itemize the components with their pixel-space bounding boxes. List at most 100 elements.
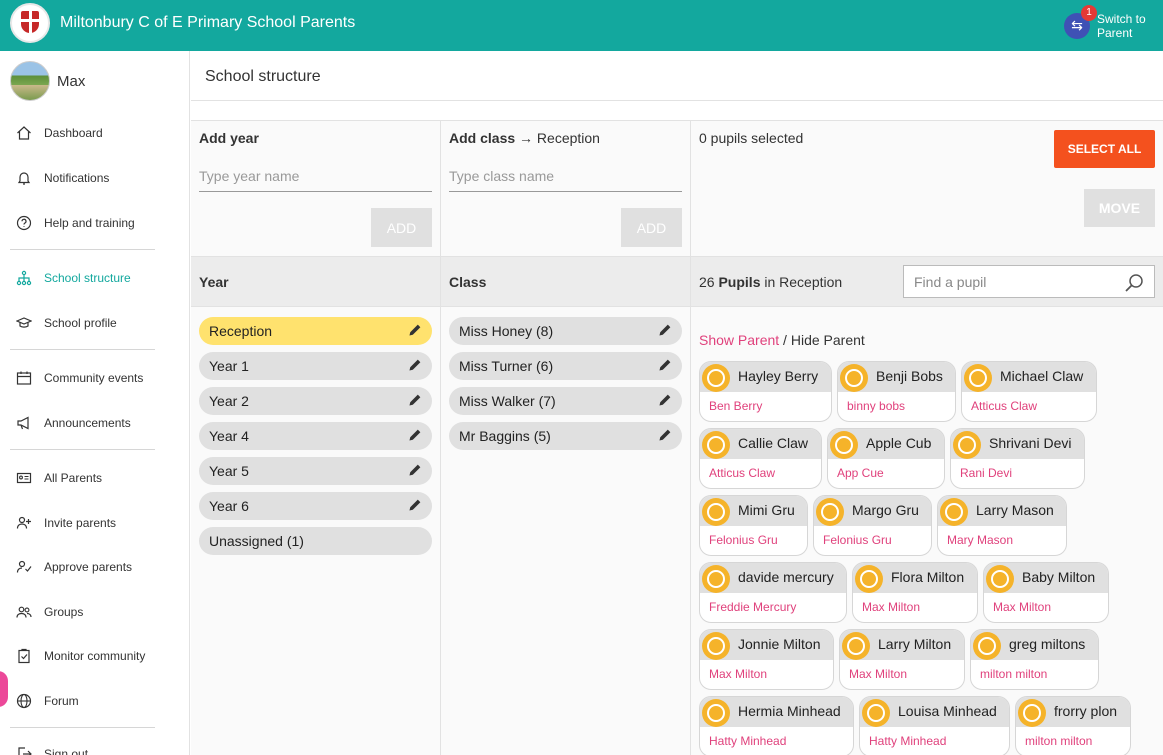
- pupil-card[interactable]: Benji Bobs binny bobs: [837, 361, 956, 422]
- pupil-parent-link[interactable]: Ben Berry: [709, 399, 762, 413]
- edit-pencil-icon[interactable]: [658, 323, 672, 337]
- pupil-name: Flora Milton: [891, 569, 965, 585]
- sidebar-item-dashboard[interactable]: Dashboard: [10, 118, 155, 148]
- pupil-parent-link[interactable]: milton milton: [1025, 734, 1092, 748]
- year-item[interactable]: Year 6: [199, 492, 432, 520]
- pupil-parent-link[interactable]: App Cue: [837, 466, 884, 480]
- pupil-count: 26: [699, 274, 715, 290]
- pupil-name: Hermia Minhead: [738, 703, 841, 719]
- pupil-parent-link[interactable]: Atticus Claw: [709, 466, 775, 480]
- pupil-parent-link[interactable]: Hatty Minhead: [869, 734, 946, 748]
- sidebar-item-notifications[interactable]: Notifications: [10, 163, 155, 193]
- sidebar-item-community-events[interactable]: Community events: [10, 363, 155, 393]
- edit-pencil-icon[interactable]: [408, 323, 422, 337]
- pupil-parent-link[interactable]: Mary Mason: [947, 533, 1013, 547]
- class-item[interactable]: Miss Honey (8): [449, 317, 682, 345]
- pupil-card[interactable]: Mimi Gru Felonius Gru: [699, 495, 808, 556]
- pupil-card[interactable]: Flora Milton Max Milton: [852, 562, 978, 623]
- sidebar-item-sign-out[interactable]: Sign out: [10, 739, 155, 755]
- pupil-parent-link[interactable]: Max Milton: [709, 667, 767, 681]
- pupil-name: Larry Milton: [878, 636, 952, 652]
- pupil-parent-link[interactable]: Atticus Claw: [971, 399, 1037, 413]
- class-name-input[interactable]: [449, 161, 682, 192]
- show-parent-link[interactable]: Show Parent: [699, 332, 779, 348]
- pupil-card[interactable]: Apple Cub App Cue: [827, 428, 945, 489]
- search-icon[interactable]: [1124, 273, 1144, 293]
- pupil-card[interactable]: Jonnie Milton Max Milton: [699, 629, 834, 690]
- sidebar-item-label: Groups: [44, 605, 84, 619]
- year-name-input[interactable]: [199, 161, 432, 192]
- pupil-parent-link[interactable]: Freddie Mercury: [709, 600, 796, 614]
- sidebar-item-invite-parents[interactable]: Invite parents: [10, 508, 155, 538]
- select-all-button[interactable]: SELECT ALL: [1054, 130, 1155, 168]
- pupil-name: davide mercury: [738, 569, 834, 585]
- sidebar-item-all-parents[interactable]: All Parents: [10, 463, 155, 493]
- year-item[interactable]: Year 5: [199, 457, 432, 485]
- class-item[interactable]: Miss Walker (7): [449, 387, 682, 415]
- edit-pencil-icon[interactable]: [408, 358, 422, 372]
- sidebar-item-groups[interactable]: Groups: [10, 597, 155, 627]
- year-label: Reception: [209, 323, 273, 339]
- switch-arrows-icon: ⇆ 1: [1064, 5, 1097, 39]
- pupil-card[interactable]: Baby Milton Max Milton: [983, 562, 1109, 623]
- add-year-button[interactable]: ADD: [371, 208, 432, 247]
- pupil-card[interactable]: Larry Milton Max Milton: [839, 629, 965, 690]
- edit-pencil-icon[interactable]: [658, 428, 672, 442]
- pupil-card[interactable]: davide mercury Freddie Mercury: [699, 562, 847, 623]
- year-item[interactable]: Year 4: [199, 422, 432, 450]
- year-item[interactable]: Unassigned (1): [199, 527, 432, 555]
- pupil-parent-link[interactable]: Rani Devi: [960, 466, 1012, 480]
- year-item[interactable]: Reception: [199, 317, 432, 345]
- edit-pencil-icon[interactable]: [658, 358, 672, 372]
- sidebar-item-forum[interactable]: Forum: [10, 686, 155, 716]
- edit-pencil-icon[interactable]: [408, 393, 422, 407]
- pupil-card[interactable]: Larry Mason Mary Mason: [937, 495, 1067, 556]
- year-item[interactable]: Year 1: [199, 352, 432, 380]
- add-class-button[interactable]: ADD: [621, 208, 682, 247]
- pupil-parent-link[interactable]: Max Milton: [993, 600, 1051, 614]
- pupil-avatar-icon: [702, 699, 730, 727]
- pupil-card[interactable]: frorry plon milton milton: [1015, 696, 1131, 755]
- sidebar-item-label: Approve parents: [44, 560, 133, 574]
- pupil-parent-link[interactable]: Max Milton: [849, 667, 907, 681]
- move-button[interactable]: MOVE: [1084, 189, 1155, 227]
- edit-pencil-icon[interactable]: [408, 428, 422, 442]
- edit-pencil-icon[interactable]: [408, 463, 422, 477]
- pupil-card[interactable]: Shrivani Devi Rani Devi: [950, 428, 1085, 489]
- pupil-card[interactable]: Louisa Minhead Hatty Minhead: [859, 696, 1010, 755]
- class-item[interactable]: Miss Turner (6): [449, 352, 682, 380]
- user-profile[interactable]: Max: [10, 61, 85, 101]
- sidebar-item-school-profile[interactable]: School profile: [10, 308, 155, 338]
- sidebar-item-label: Dashboard: [44, 126, 103, 140]
- pupil-card[interactable]: Margo Gru Felonius Gru: [813, 495, 932, 556]
- pupil-avatar-icon: [953, 431, 981, 459]
- pupil-avatar-icon: [940, 498, 968, 526]
- pupil-card[interactable]: Callie Claw Atticus Claw: [699, 428, 822, 489]
- pupil-card[interactable]: Michael Claw Atticus Claw: [961, 361, 1097, 422]
- sidebar-item-announcements[interactable]: Announcements: [10, 408, 155, 438]
- pupil-name: Jonnie Milton: [738, 636, 821, 652]
- sidebar-item-school-structure[interactable]: School structure: [10, 263, 155, 293]
- pupil-card[interactable]: greg miltons milton milton: [970, 629, 1099, 690]
- pupil-parent-link[interactable]: binny bobs: [847, 399, 905, 413]
- pupil-card[interactable]: Hayley Berry Ben Berry: [699, 361, 832, 422]
- pupil-parent-link[interactable]: Max Milton: [862, 600, 920, 614]
- edit-pencil-icon[interactable]: [408, 498, 422, 512]
- year-item[interactable]: Year 2: [199, 387, 432, 415]
- hide-parent-link[interactable]: Hide Parent: [791, 332, 865, 348]
- sidebar-item-label: All Parents: [44, 471, 103, 485]
- help-bubble[interactable]: [0, 671, 8, 707]
- pupil-parent-link[interactable]: Felonius Gru: [709, 533, 778, 547]
- pupil-card[interactable]: Hermia Minhead Hatty Minhead: [699, 696, 854, 755]
- edit-pencil-icon[interactable]: [658, 393, 672, 407]
- pupil-parent-link[interactable]: milton milton: [980, 667, 1047, 681]
- sidebar-item-help-and-training[interactable]: Help and training: [10, 208, 155, 238]
- sidebar-item-approve-parents[interactable]: Approve parents: [10, 552, 155, 582]
- switch-to-parent-button[interactable]: ⇆ 1 Switch to Parent: [1064, 5, 1149, 45]
- pupil-name: Michael Claw: [1000, 368, 1084, 384]
- sidebar-item-monitor-community[interactable]: Monitor community: [10, 641, 155, 671]
- find-pupil-input[interactable]: [914, 272, 1114, 292]
- pupil-parent-link[interactable]: Felonius Gru: [823, 533, 892, 547]
- pupil-parent-link[interactable]: Hatty Minhead: [709, 734, 786, 748]
- class-item[interactable]: Mr Baggins (5): [449, 422, 682, 450]
